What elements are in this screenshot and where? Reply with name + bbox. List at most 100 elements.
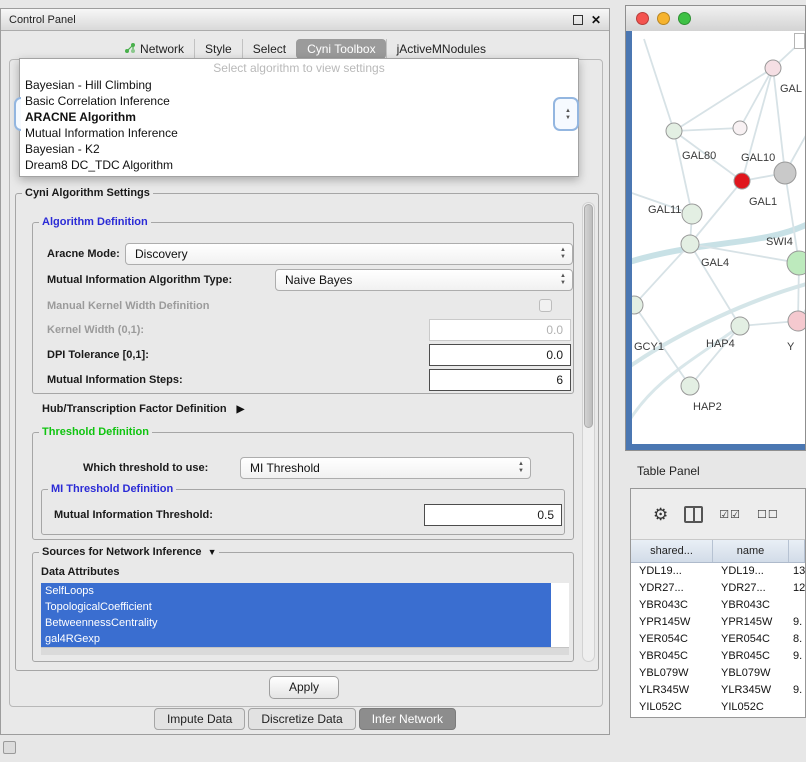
gear-icon[interactable] xyxy=(653,506,668,523)
table-row[interactable]: YDR27...YDR27...12 xyxy=(631,580,805,597)
network-view-window: GALGAL80GAL10GAL11GAL1SWI4GAL4GCY1HAP4YH… xyxy=(625,5,806,451)
table-cell: YLR345W xyxy=(631,682,713,699)
network-node[interactable] xyxy=(774,162,796,184)
table-row[interactable]: YBL079WYBL079W xyxy=(631,665,805,682)
dpi-tolerance-label: DPI Tolerance [0,1]: xyxy=(47,344,149,366)
network-tab-icon xyxy=(124,42,136,57)
network-edge[interactable] xyxy=(785,173,799,263)
attribute-item-betweennesscentrality[interactable]: BetweennessCentrality xyxy=(41,615,551,631)
dropdown-item-basic-correlation-inference[interactable]: Basic Correlation Inference xyxy=(20,93,578,109)
combo-arrows-icon xyxy=(518,461,524,475)
attribute-item-gal4rgexp[interactable]: gal4RGexp xyxy=(41,631,551,647)
network-node[interactable] xyxy=(632,296,643,314)
tab-network[interactable]: Network xyxy=(114,39,194,60)
bottom-tab-impute-data[interactable]: Impute Data xyxy=(154,708,245,730)
mi-algorithm-type-select[interactable]: Naive Bayes xyxy=(275,269,573,291)
network-node[interactable] xyxy=(765,60,781,76)
settings-scrollbar[interactable] xyxy=(582,202,595,662)
dropdown-item-mutual-information-inference[interactable]: Mutual Information Inference xyxy=(20,125,578,141)
network-node[interactable] xyxy=(731,317,749,335)
close-traffic-light[interactable] xyxy=(636,12,649,25)
table-cell xyxy=(789,699,805,716)
expand-arrow-icon[interactable] xyxy=(227,399,245,420)
table-row[interactable]: YER054CYER054C8. xyxy=(631,631,805,648)
attributes-horizontal-scrollbar[interactable] xyxy=(41,647,569,655)
column-header-shared[interactable]: shared... xyxy=(631,540,713,562)
column-header-col[interactable] xyxy=(789,540,805,562)
zoom-traffic-light[interactable] xyxy=(678,12,691,25)
dropdown-item-aracne-algorithm[interactable]: ARACNE Algorithm xyxy=(20,109,578,125)
dropdown-item-dream8-dc-tdc-algorithm[interactable]: Dream8 DC_TDC Algorithm xyxy=(20,157,578,173)
bottom-tab-infer-network[interactable]: Infer Network xyxy=(359,708,456,730)
network-scrollbar-button[interactable] xyxy=(794,33,805,49)
manual-kernel-checkbox[interactable] xyxy=(539,299,552,312)
attribute-item-topologicalcoefficient[interactable]: TopologicalCoefficient xyxy=(41,599,551,615)
network-node[interactable] xyxy=(734,173,750,189)
aracne-mode-label: Aracne Mode: xyxy=(47,243,120,265)
network-node[interactable] xyxy=(682,204,702,224)
network-edge[interactable] xyxy=(740,68,773,128)
mi-steps-field[interactable]: 6 xyxy=(429,369,571,391)
dropdown-item-bayesian-k2[interactable]: Bayesian - K2 xyxy=(20,141,578,157)
mi-threshold-field[interactable]: 0.5 xyxy=(424,504,562,526)
dropdown-item-bayesian-hill-climbing[interactable]: Bayesian - Hill Climbing xyxy=(20,77,578,93)
network-edge[interactable] xyxy=(644,39,674,131)
aracne-mode-select[interactable]: Discovery xyxy=(125,243,573,265)
mi-threshold-group: MI Threshold Definition Mutual Informati… xyxy=(41,489,565,535)
table-header: shared...name xyxy=(631,540,805,563)
collapse-arrow-icon[interactable] xyxy=(202,546,217,558)
tab-jactivemnodules[interactable]: jActiveMNodules xyxy=(386,39,496,59)
table-toolbar xyxy=(631,489,805,540)
dpi-tolerance-field[interactable]: 0.0 xyxy=(429,344,571,366)
network-node[interactable] xyxy=(733,121,747,135)
tab-style[interactable]: Style xyxy=(194,39,242,59)
table-row[interactable]: YDL19...YDL19...13 xyxy=(631,563,805,580)
table-row[interactable]: YBR043CYBR043C xyxy=(631,597,805,614)
float-window-icon[interactable] xyxy=(573,15,583,25)
table-panel-window: shared...name YDL19...YDL19...13YDR27...… xyxy=(630,488,806,718)
network-edge[interactable] xyxy=(674,128,740,131)
table-cell: YDR27... xyxy=(631,580,713,597)
network-node[interactable] xyxy=(681,377,699,395)
manual-kernel-label: Manual Kernel Width Definition xyxy=(47,295,209,317)
algorithm-combobox-button[interactable] xyxy=(553,97,579,131)
node-label: GAL1 xyxy=(749,196,777,208)
table-row[interactable]: YBR045CYBR045C9. xyxy=(631,648,805,665)
window-controls xyxy=(573,11,601,29)
tab-label: jActiveMNodules xyxy=(397,42,486,56)
control-panel-titlebar[interactable]: Control Panel xyxy=(1,9,609,31)
kernel-width-field[interactable]: 0.0 xyxy=(429,319,571,341)
tab-cyni-toolbox[interactable]: Cyni Toolbox xyxy=(296,39,385,59)
tab-select[interactable]: Select xyxy=(242,39,296,59)
network-window-titlebar[interactable] xyxy=(626,6,805,32)
columns-icon[interactable] xyxy=(684,506,703,523)
table-cell: YPR145W xyxy=(631,614,713,631)
data-attributes-list[interactable]: SelfLoopsTopologicalCoefficientBetweenne… xyxy=(41,583,569,655)
table-row[interactable]: YIL052CYIL052C xyxy=(631,699,805,716)
apply-button[interactable]: Apply xyxy=(269,676,339,699)
network-node[interactable] xyxy=(787,251,805,275)
minimize-traffic-light[interactable] xyxy=(657,12,670,25)
hub-definition-label: Hub/Transcription Factor Definition xyxy=(42,399,227,419)
select-all-icon[interactable] xyxy=(719,508,741,521)
network-node[interactable] xyxy=(788,311,805,331)
column-header-name[interactable]: name xyxy=(713,540,789,562)
settings-scrollbar-thumb[interactable] xyxy=(584,204,593,428)
table-row[interactable]: YPR145WYPR145W9. xyxy=(631,614,805,631)
close-window-icon[interactable] xyxy=(591,11,601,29)
network-canvas[interactable]: GALGAL80GAL10GAL11GAL1SWI4GAL4GCY1HAP4YH… xyxy=(632,31,805,446)
node-label: HAP4 xyxy=(706,338,735,350)
deselect-all-icon[interactable] xyxy=(757,508,779,521)
bottom-tab-discretize-data[interactable]: Discretize Data xyxy=(248,708,355,730)
table-cell: YDL19... xyxy=(713,563,789,580)
sources-title[interactable]: Sources for Network Inference xyxy=(39,545,219,559)
which-threshold-select[interactable]: MI Threshold xyxy=(240,457,531,479)
network-edge[interactable] xyxy=(674,131,692,214)
network-node[interactable] xyxy=(681,235,699,253)
network-node[interactable] xyxy=(666,123,682,139)
hub-definition-section[interactable]: Hub/Transcription Factor Definition xyxy=(42,399,244,419)
table-row[interactable]: YLR345WYLR345W9. xyxy=(631,682,805,699)
table-cell: 9. xyxy=(789,614,805,631)
minimized-panel-icon[interactable] xyxy=(3,741,16,754)
attribute-item-selfloops[interactable]: SelfLoops xyxy=(41,583,551,599)
